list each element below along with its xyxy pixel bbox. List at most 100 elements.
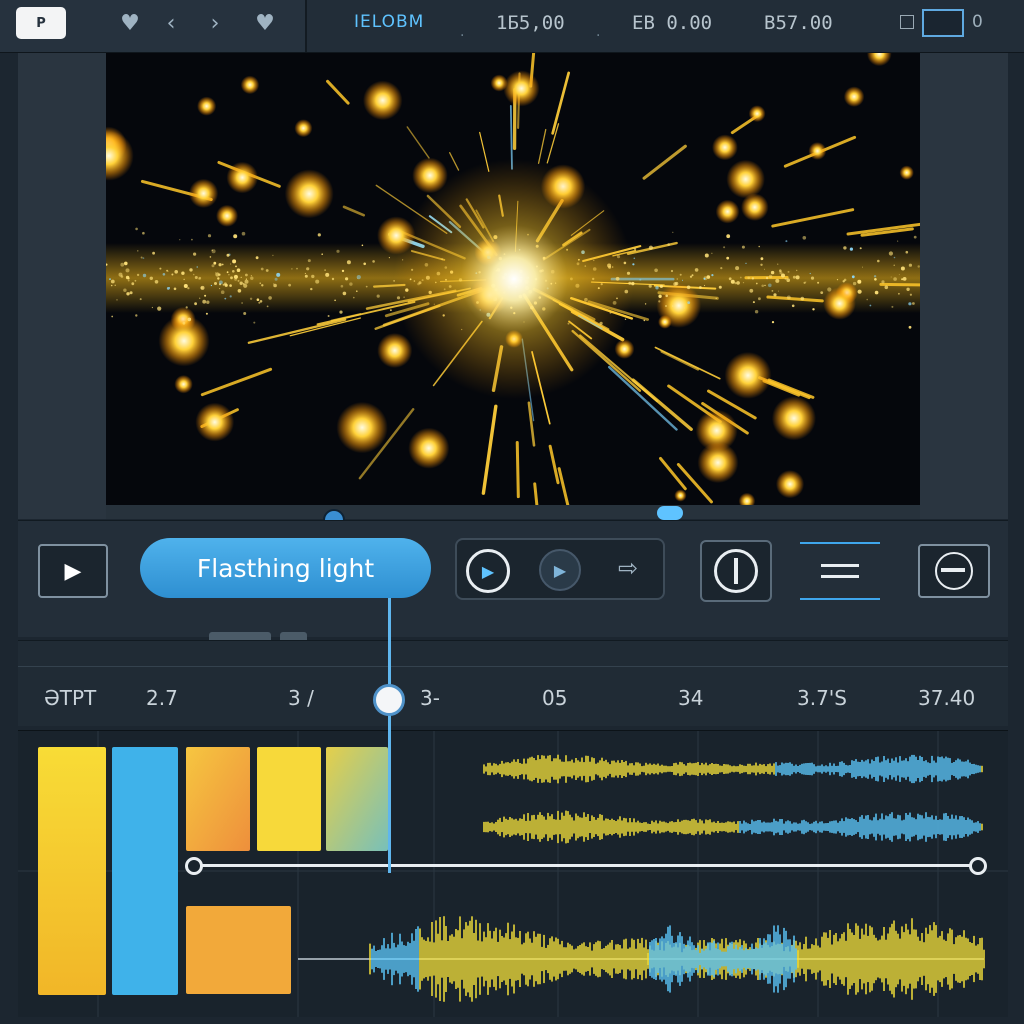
sparkle <box>255 256 259 260</box>
sparkle <box>775 278 780 283</box>
sparkle <box>137 250 139 252</box>
sparkle <box>217 277 220 280</box>
sparkle <box>761 284 764 288</box>
time-ruler[interactable] <box>18 640 1008 726</box>
range-end-handle[interactable] <box>969 857 987 875</box>
app-logo-button[interactable]: P <box>16 7 66 39</box>
glow-orb <box>216 204 239 227</box>
sparkle <box>214 282 217 285</box>
sparkle <box>120 262 125 267</box>
share-arrow-icon[interactable]: ⇨ <box>609 549 647 587</box>
heart-icon[interactable]: ♥ <box>117 10 143 36</box>
sparkle <box>795 275 800 280</box>
record-tool-button[interactable] <box>918 544 990 598</box>
sparkle <box>633 257 636 260</box>
playhead-line[interactable] <box>388 598 391 873</box>
sparkle <box>232 270 235 273</box>
sparkle <box>191 238 193 241</box>
sparkle <box>648 284 652 288</box>
play-button[interactable]: ▶ <box>38 544 108 598</box>
sparkle <box>142 273 147 278</box>
sparkle <box>711 252 713 254</box>
glow-orb <box>697 442 739 484</box>
timeline-tracks[interactable] <box>18 730 1008 1017</box>
zoom-value: 0 <box>972 12 983 32</box>
playhead-handle[interactable] <box>373 684 405 716</box>
preview-out-marker[interactable] <box>657 506 683 520</box>
glow-orb <box>748 105 766 123</box>
sparkle <box>118 272 123 277</box>
sparkle <box>749 288 754 293</box>
sparkle <box>213 261 217 265</box>
video-preview[interactable] <box>106 53 920 505</box>
sparkle <box>752 301 755 304</box>
sparkle <box>849 247 854 251</box>
sparkle <box>667 243 670 246</box>
ruler-divider <box>18 666 1008 667</box>
zoom-input[interactable] <box>922 9 964 37</box>
sparkle <box>196 266 198 268</box>
sparkle <box>179 239 181 241</box>
sparkle <box>787 270 790 273</box>
heart-favorite-icon[interactable]: ♥ <box>252 10 278 36</box>
sparkle <box>125 268 130 273</box>
glow-orb <box>174 375 193 394</box>
sparkle <box>684 307 686 309</box>
play-circle-icon[interactable]: ▶ <box>466 549 510 593</box>
sparkle <box>901 278 904 281</box>
sparkle <box>873 275 877 278</box>
sparkle <box>237 279 240 282</box>
split-icon <box>714 549 758 593</box>
sparkle <box>643 319 646 322</box>
sparkle <box>791 304 795 308</box>
sparkle <box>182 321 186 325</box>
clip-title-pill[interactable]: Flasthing light <box>140 538 431 598</box>
sparkle <box>241 231 246 236</box>
sparkle <box>219 280 223 285</box>
sparkle <box>906 287 910 291</box>
sparkle <box>266 305 269 308</box>
sparkle <box>768 283 772 288</box>
sparkle <box>111 315 114 318</box>
chevron-right-icon[interactable]: › <box>202 10 228 36</box>
range-start-handle[interactable] <box>185 857 203 875</box>
menu-button[interactable] <box>800 542 880 600</box>
sparkle <box>765 276 769 280</box>
sparkle <box>229 284 232 287</box>
sparkle <box>676 278 679 280</box>
split-tool-button[interactable] <box>700 540 772 602</box>
chevron-left-icon[interactable]: ‹ <box>158 10 184 36</box>
sparkle <box>114 284 116 286</box>
sparkle <box>233 234 238 239</box>
sparkle <box>336 249 340 253</box>
sparkle <box>827 287 832 292</box>
sparkle <box>135 227 138 231</box>
selection-range-bar[interactable] <box>192 864 978 867</box>
sparkle <box>243 283 245 285</box>
ruler-tick: 2.7 <box>146 686 178 710</box>
separator: . <box>596 24 601 40</box>
sparkle <box>229 295 232 298</box>
sparkle <box>237 289 242 293</box>
sparkle <box>913 235 917 239</box>
sparkle <box>898 274 900 276</box>
sparkle <box>908 302 912 306</box>
sparkle <box>253 321 256 324</box>
sparkle <box>157 306 162 311</box>
play-preview-icon[interactable]: ▶ <box>539 549 581 591</box>
menu-line <box>821 564 859 567</box>
sparkle <box>236 268 241 272</box>
ruler-tick: 34 <box>678 686 704 710</box>
checkbox-toggle[interactable] <box>900 15 914 29</box>
sparkle <box>245 273 248 277</box>
sparkle <box>207 234 212 238</box>
glow-orb <box>808 142 827 160</box>
sparkle <box>760 263 763 266</box>
sparkle <box>768 274 773 279</box>
sparkle <box>670 269 674 273</box>
sparkle <box>127 279 130 282</box>
glow-orb <box>284 169 334 219</box>
sparkle <box>803 281 806 284</box>
sparkle <box>658 300 661 303</box>
sparkle <box>778 290 779 292</box>
